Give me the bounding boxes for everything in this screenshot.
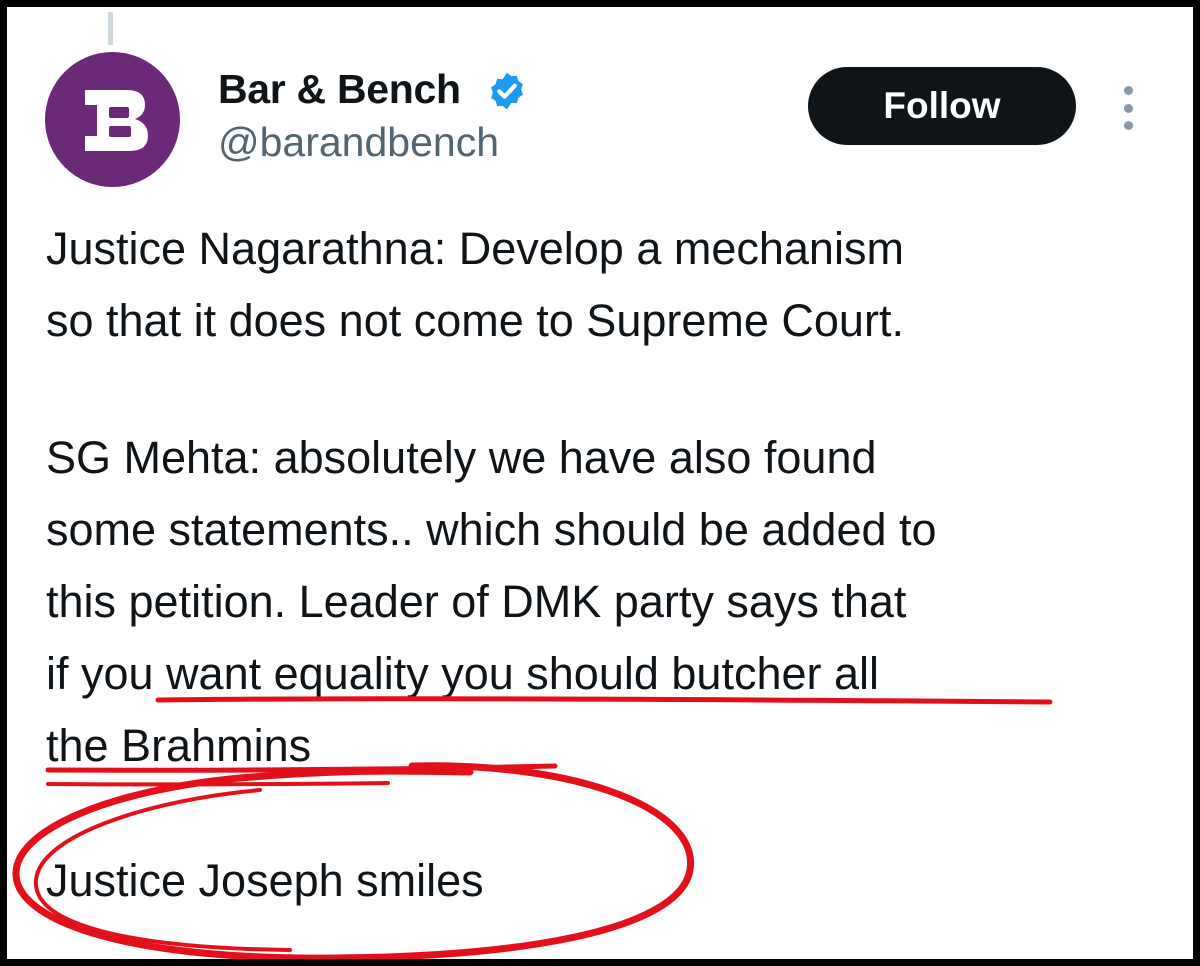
avatar[interactable] <box>45 52 180 187</box>
tweet-paragraph-3: Justice Joseph smiles <box>46 845 484 917</box>
tweet-line: if you want equality you should butcher … <box>46 648 880 699</box>
tweet-line: this petition. Leader of DMK party says … <box>46 576 907 627</box>
author-handle[interactable]: @barandbench <box>218 118 499 166</box>
tweet-line: Justice Nagarathna: Develop a mechanism <box>46 223 904 274</box>
tweet-line: so that it does not come to Supreme Cour… <box>46 295 904 346</box>
tweet-line: SG Mehta: absolutely we have also found <box>46 432 877 483</box>
bar-and-bench-logo-icon <box>85 90 148 151</box>
red-underline-mark <box>46 781 390 787</box>
tweet-line: some statements.. which should be added … <box>46 504 937 555</box>
tweet-paragraph-2: SG Mehta: absolutely we have also found s… <box>46 422 937 782</box>
verified-badge-icon <box>491 72 523 110</box>
thread-connector-line <box>108 12 113 45</box>
tweet-line: Justice Joseph smiles <box>46 855 484 906</box>
tweet-line: the Brahmins <box>46 720 312 771</box>
more-dot <box>1123 86 1133 95</box>
follow-button[interactable]: Follow <box>808 67 1076 145</box>
more-dot <box>1123 121 1133 130</box>
more-options-icon[interactable] <box>1116 86 1140 130</box>
more-dot <box>1123 103 1133 113</box>
tweet-paragraph-1: Justice Nagarathna: Develop a mechanism s… <box>46 213 904 357</box>
author-display-name[interactable]: Bar & Bench <box>218 65 461 113</box>
